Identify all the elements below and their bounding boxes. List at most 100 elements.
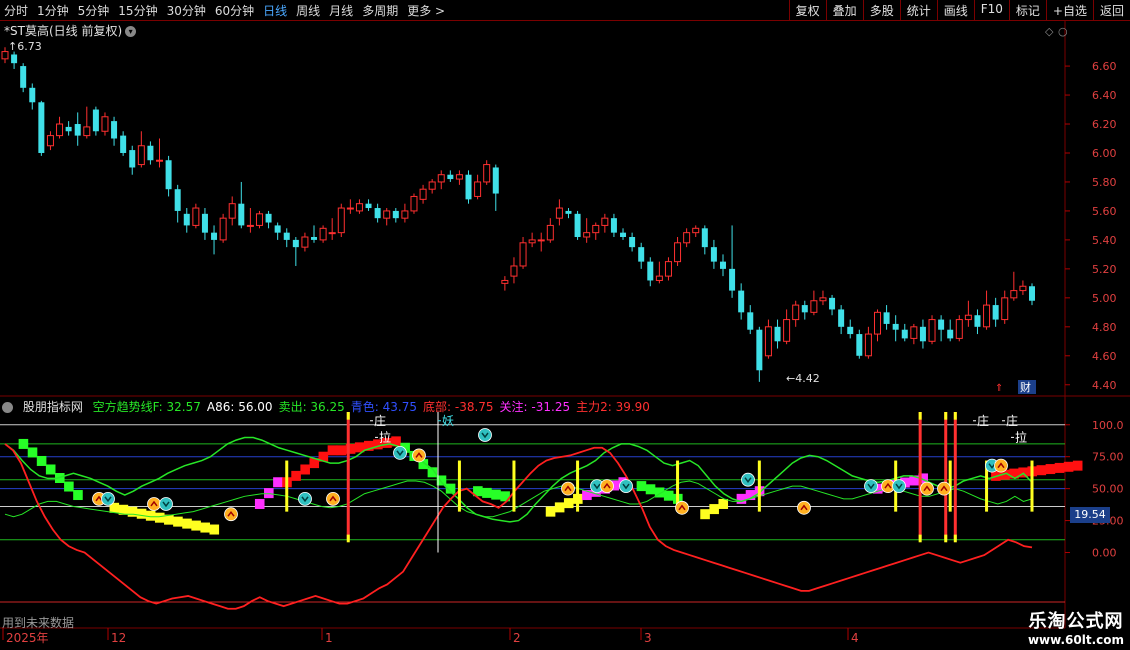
sell-signal-icon: [478, 428, 492, 442]
indicator-name: 股朋指标网: [22, 400, 83, 414]
candle-body: [674, 242, 682, 263]
candle-body: [120, 135, 127, 153]
candle-body: [311, 237, 318, 240]
candle-body: [819, 297, 827, 302]
candle-body: [419, 188, 427, 200]
candle-body: [747, 312, 754, 330]
buy-signal-icon: [147, 497, 161, 511]
candle-body: [328, 232, 336, 235]
trend-block: [154, 512, 165, 523]
candle-body: [510, 265, 518, 277]
trend-block: [700, 509, 710, 520]
trend-block: [482, 487, 492, 498]
candle-body: [565, 210, 572, 214]
candle-body: [346, 207, 354, 210]
price-label: 5.80: [1092, 176, 1117, 189]
candle-body: [756, 329, 763, 371]
candle-body: [710, 247, 717, 262]
candle-body: [38, 102, 45, 153]
marker-label: 庄: [1006, 413, 1018, 428]
candle-body: [174, 189, 181, 211]
candle-body: [892, 323, 899, 330]
candle-body: [337, 207, 345, 234]
indicator-item-6: 主力2: 39.90: [576, 400, 650, 414]
candle-body: [964, 314, 972, 321]
candle-body: [610, 218, 617, 233]
sell-signal-icon: [864, 479, 878, 493]
candle-body: [528, 239, 536, 244]
candle-body: [738, 290, 745, 313]
price-label: 6.20: [1092, 118, 1117, 131]
candle-body: [428, 181, 436, 190]
trend-block: [200, 522, 210, 533]
candle-body: [864, 333, 872, 357]
marker-label: 拉: [1015, 429, 1027, 444]
watermark-url: www.60lt.com: [1027, 633, 1124, 647]
trend-block: [645, 484, 656, 495]
high-price-label: ↑6.73: [8, 40, 42, 53]
trend-block: [264, 488, 274, 499]
candle-body: [764, 326, 772, 357]
indicator-pane: 100.075.0050.0025.000.00庄拉妖庄庄拉: [0, 412, 1124, 610]
candle-body: [447, 174, 454, 180]
indicator-axis-label: 100.0: [1092, 419, 1124, 432]
candle-body: [410, 195, 418, 212]
diamond-icon[interactable]: ◇: [1045, 25, 1054, 38]
candle-body: [919, 326, 926, 342]
date-label: 2025年: [6, 631, 49, 645]
candle-body: [201, 213, 208, 233]
watermark: 乐淘公式网 www.60lt.com: [1028, 607, 1124, 647]
candle-body: [301, 236, 309, 248]
candle-body: [955, 319, 963, 339]
candle-body: [56, 123, 64, 137]
price-label: 5.20: [1092, 263, 1117, 276]
buy-signal-icon: [224, 507, 238, 522]
date-axis: 2025年 12 1 2 3 4: [2, 628, 859, 645]
candle-body: [165, 160, 172, 190]
candle-body: [992, 305, 999, 320]
circle-icon[interactable]: ○: [1058, 25, 1068, 38]
candle-body: [183, 213, 190, 226]
candle-body: [265, 213, 272, 223]
candle-body: [156, 159, 164, 162]
trend-block: [718, 498, 729, 509]
candle-body: [29, 87, 36, 103]
candle-body: [901, 329, 908, 339]
trend-block: [73, 490, 83, 501]
candle-body: [365, 203, 372, 209]
candle-body: [664, 261, 672, 277]
candle-body: [283, 232, 290, 240]
candle-body: [938, 319, 945, 330]
price-label: 6.60: [1092, 60, 1117, 73]
candle-body: [928, 319, 936, 342]
candle-body: [838, 309, 845, 327]
buy-signal-icon: [994, 458, 1008, 473]
candle-body: [137, 145, 145, 166]
buy-signal-icon: [561, 481, 575, 496]
candle-body: [274, 225, 281, 233]
date-label: 1: [325, 631, 333, 645]
candle-body: [655, 275, 663, 281]
buy-signal-icon: [937, 481, 951, 496]
candle-body: [910, 326, 918, 339]
trend-block: [291, 470, 301, 481]
indicator-item-4: 底部: -38.75: [423, 400, 494, 414]
trend-block: [27, 447, 38, 458]
candle-body: [1010, 290, 1018, 299]
candle-body: [719, 261, 726, 269]
candle-body: [211, 232, 218, 240]
trend-block: [1054, 462, 1065, 473]
chevron-down-icon[interactable]: [2, 402, 13, 413]
candle-body: [92, 109, 99, 132]
indicator-axis-label: 50.00: [1092, 483, 1124, 496]
sell-signal-icon: [741, 472, 755, 487]
trend-block: [709, 504, 719, 515]
candle-body: [792, 304, 800, 321]
candle-body: [319, 227, 327, 241]
sell-signal-icon: [159, 497, 173, 511]
price-label: 5.60: [1092, 205, 1117, 218]
candle-body: [947, 329, 954, 339]
candle-body: [574, 213, 581, 238]
trend-block: [254, 498, 265, 509]
price-label: 4.60: [1092, 350, 1117, 363]
